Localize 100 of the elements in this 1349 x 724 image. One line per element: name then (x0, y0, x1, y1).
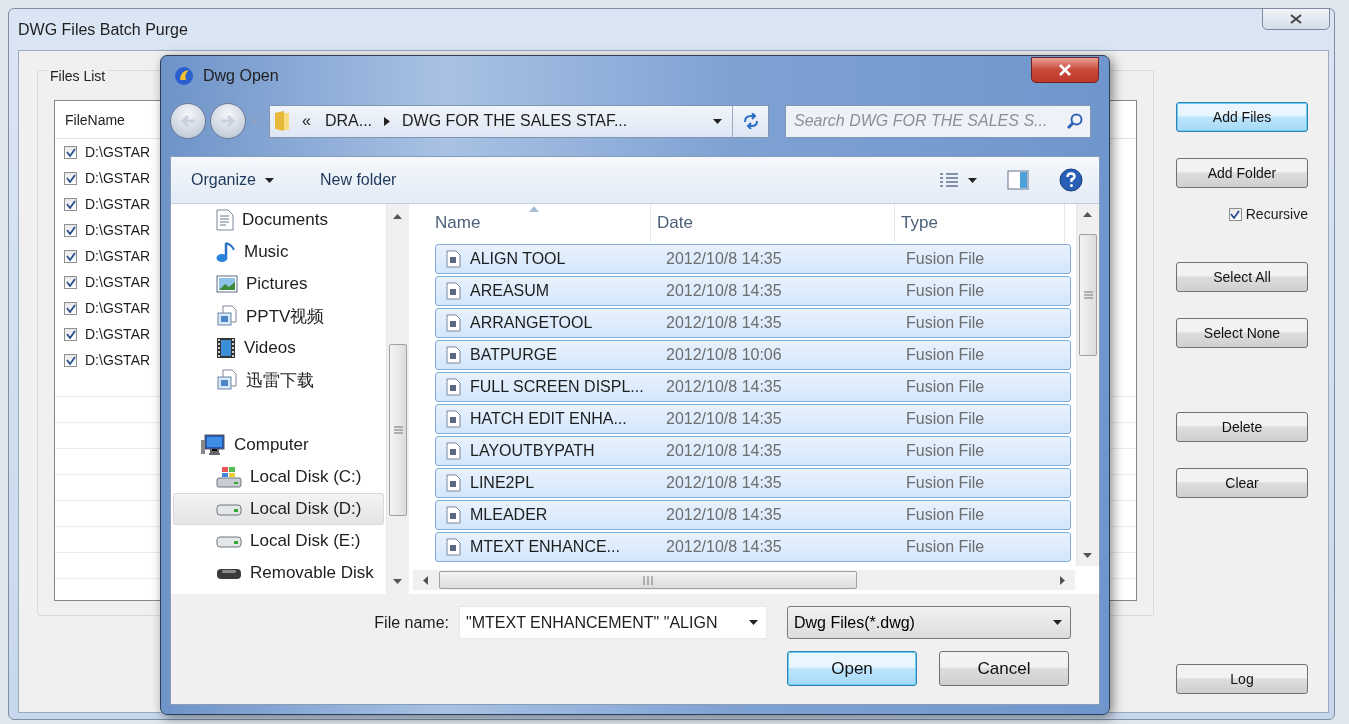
checkbox[interactable] (64, 197, 77, 211)
picture-icon (216, 275, 238, 293)
checkmark-icon (65, 199, 76, 209)
forward-button[interactable] (210, 103, 246, 139)
file-type: Fusion File (905, 474, 985, 492)
nav-item[interactable]: Documents (173, 204, 384, 236)
checkbox[interactable] (64, 327, 77, 341)
file-row[interactable]: MLEADER 2012/10/8 14:35 Fusion File (435, 500, 1071, 530)
action-button[interactable]: Select None (1176, 318, 1308, 348)
removable-drive-icon (216, 566, 242, 580)
file-row[interactable]: MTEXT ENHANCE... 2012/10/8 14:35 Fusion File (435, 532, 1071, 562)
nav-item[interactable]: 迅雷下载 (173, 364, 384, 396)
caret-icon (1053, 620, 1062, 625)
checkmark-icon (65, 329, 76, 339)
file-path: D:\GSTAR (85, 248, 151, 264)
scrollbar[interactable] (386, 204, 409, 594)
file-row[interactable]: AREASUM 2012/10/8 14:35 Fusion File (435, 276, 1071, 306)
nav-item[interactable]: Local Disk (E:) (173, 525, 384, 557)
back-button[interactable] (170, 103, 206, 139)
checkbox[interactable] (64, 275, 77, 289)
scroll-arrow-icon[interactable] (1083, 212, 1092, 217)
checkbox[interactable] (64, 145, 77, 159)
breadcrumb[interactable]: DRA... (322, 112, 375, 130)
library-icon (216, 305, 238, 327)
toolbar-button[interactable]: Organize (189, 167, 276, 193)
file-date: 2012/10/8 14:35 (665, 314, 783, 332)
file-row[interactable]: LAYOUTBYPATH 2012/10/8 14:35 Fusion File (435, 436, 1071, 466)
checkmark-icon (65, 225, 76, 235)
checkmark-icon (65, 173, 76, 183)
scroll-arrow-icon[interactable] (1083, 553, 1092, 558)
close-button[interactable] (1262, 8, 1330, 30)
computer-icon (200, 434, 226, 456)
file-row[interactable]: BATPURGE 2012/10/8 10:06 Fusion File (435, 340, 1071, 370)
app-logo-icon (174, 66, 194, 86)
scrollbar[interactable] (1076, 204, 1099, 566)
file-icon (446, 442, 461, 460)
file-path: D:\GSTAR (85, 326, 151, 342)
action-button[interactable]: Clear (1176, 468, 1308, 498)
checkmark-icon (65, 355, 76, 365)
file-date: 2012/10/8 14:35 (665, 410, 783, 428)
file-row[interactable]: HATCH EDIT ENHA... 2012/10/8 14:35 Fusion File (435, 404, 1071, 434)
nav-item[interactable]: Computer (173, 429, 384, 461)
scrollbar[interactable] (413, 570, 1075, 590)
nav-item[interactable]: PPTV视频 (173, 300, 384, 332)
checkbox[interactable] (64, 223, 77, 237)
file-icon (446, 346, 461, 364)
film-icon (216, 337, 236, 359)
file-row[interactable]: LINE2PL 2012/10/8 14:35 Fusion File (435, 468, 1071, 498)
column-header[interactable]: Type (895, 204, 1065, 242)
breadcrumb[interactable]: « (300, 112, 313, 130)
file-type: Fusion File (905, 282, 985, 300)
checkbox[interactable] (64, 353, 77, 367)
checkbox[interactable] (64, 301, 77, 315)
checkmark-icon (65, 277, 76, 287)
caret-icon (968, 177, 977, 183)
file-row[interactable]: ALIGN TOOL 2012/10/8 14:35 Fusion File (435, 244, 1071, 274)
checkbox[interactable] (64, 249, 77, 263)
file-path: D:\GSTAR (85, 352, 151, 368)
file-icon (446, 378, 461, 396)
nav-item[interactable]: Removable Disk (173, 557, 384, 589)
scroll-arrow-icon[interactable] (393, 214, 402, 219)
dialog-button[interactable]: Cancel (939, 651, 1069, 686)
forward-arrow-icon (220, 114, 236, 128)
scroll-arrow-icon[interactable] (393, 579, 402, 584)
chevron-icon (384, 116, 391, 126)
column-header[interactable]: FileName (55, 111, 125, 128)
checkbox[interactable] (1228, 207, 1242, 221)
nav-item[interactable]: Videos (173, 332, 384, 364)
search-field[interactable]: Search DWG FOR THE SALES S... (785, 104, 1091, 138)
file-name: LINE2PL (470, 474, 535, 492)
drive-icon (216, 502, 242, 516)
list-view-icon (939, 172, 959, 188)
file-date: 2012/10/8 14:35 (665, 538, 783, 556)
close-button[interactable] (1031, 57, 1099, 83)
file-date: 2012/10/8 14:35 (665, 474, 783, 492)
grip-icon (393, 426, 403, 434)
column-header[interactable]: Date (651, 204, 895, 242)
address-bar[interactable]: « DRA... DWG FOR THE SALES STAF... (269, 104, 769, 138)
file-path: D:\GSTAR (85, 170, 151, 186)
dialog-button[interactable]: Open (787, 651, 917, 686)
action-button[interactable]: Add Files (1176, 102, 1308, 132)
file-type-dropdown[interactable]: Dwg Files(*.dwg) (787, 606, 1071, 639)
nav-item[interactable]: Pictures (173, 268, 384, 300)
action-button[interactable]: Log (1176, 664, 1308, 694)
checkbox[interactable] (64, 171, 77, 185)
file-name-field[interactable]: "MTEXT ENHANCEMENT" "ALIGN (459, 606, 767, 639)
toolbar-button[interactable]: New folder (317, 167, 399, 193)
action-button[interactable]: Delete (1176, 412, 1308, 442)
breadcrumb[interactable]: DWG FOR THE SALES STAF... (400, 112, 630, 130)
column-header[interactable]: Name (429, 204, 651, 242)
file-row[interactable]: ARRANGETOOL 2012/10/8 14:35 Fusion File (435, 308, 1071, 338)
file-date: 2012/10/8 14:35 (665, 250, 783, 268)
nav-item[interactable]: Local Disk (C:) (173, 461, 384, 493)
file-row[interactable]: FULL SCREEN DISPL... 2012/10/8 14:35 Fusion File (435, 372, 1071, 402)
nav-item[interactable]: Local Disk (D:) (173, 493, 384, 525)
scroll-arrow-icon[interactable] (423, 576, 428, 585)
scroll-arrow-icon[interactable] (1060, 576, 1065, 585)
action-button[interactable]: Select All (1176, 262, 1308, 292)
nav-item[interactable]: Music (173, 236, 384, 268)
action-button[interactable]: Add Folder (1176, 158, 1308, 188)
